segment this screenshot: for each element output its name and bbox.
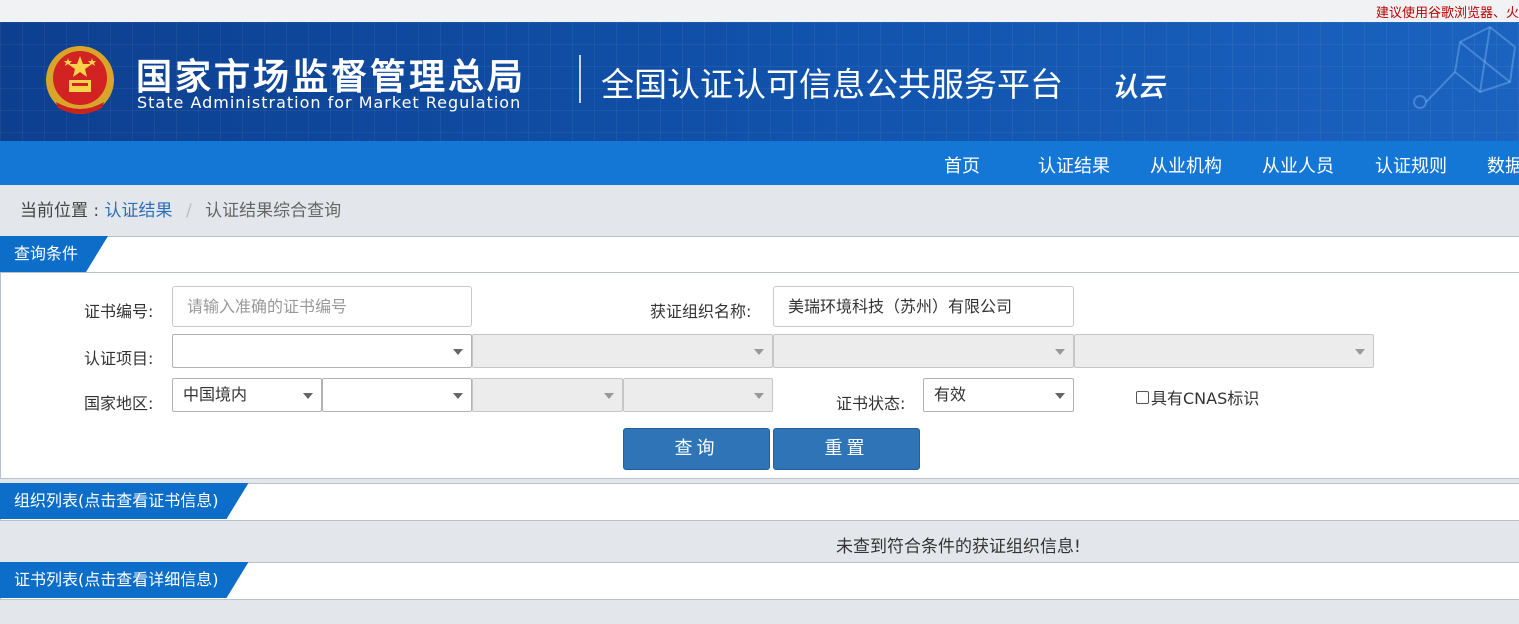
nav-practitioners[interactable]: 从业人员 (1262, 152, 1334, 178)
chevron-down-icon (303, 393, 313, 399)
main-nav: 首页 认证结果 从业机构 从业人员 认证规则 数据 (0, 141, 1519, 185)
nav-data[interactable]: 数据 (1487, 152, 1519, 178)
nav-home[interactable]: 首页 (944, 152, 980, 178)
query-panel-header: 查询条件 (1, 237, 1519, 273)
cnas-checkbox-label: 具有CNAS标识 (1151, 389, 1260, 408)
nav-cert-rules[interactable]: 认证规则 (1375, 152, 1447, 178)
chevron-down-icon (1355, 349, 1365, 355)
breadcrumb: 当前位置 : 认证结果 / 认证结果综合查询 (20, 196, 341, 221)
header-divider (579, 55, 581, 103)
browser-notice: 建议使用谷歌浏览器、火 (1375, 6, 1519, 21)
status-select-value: 有效 (934, 385, 967, 404)
project-select-1[interactable] (172, 334, 472, 368)
agency-english-name: State Administration for Market Regulati… (137, 93, 522, 112)
org-name-input[interactable]: 美瑞环境科技（苏州）有限公司 (773, 286, 1074, 327)
project-select-3 (773, 334, 1074, 368)
cert-no-label: 证书编号: (84, 302, 154, 321)
network-decoration-icon (1413, 25, 1517, 109)
chevron-down-icon (604, 393, 614, 399)
project-select-4 (1074, 334, 1374, 368)
region-select-city (472, 378, 623, 412)
cert-no-input[interactable]: 请输入准确的证书编号 (172, 286, 472, 327)
status-select[interactable]: 有效 (923, 378, 1074, 412)
org-list-title: 组织列表(点击查看证书信息) (0, 483, 249, 519)
reset-button[interactable]: 重置 (773, 428, 920, 470)
org-name-value: 美瑞环境科技（苏州）有限公司 (788, 297, 1013, 316)
region-label: 国家地区: (84, 394, 154, 413)
nav-cert-results[interactable]: 认证结果 (1038, 152, 1110, 178)
chevron-down-icon (1055, 393, 1065, 399)
project-label: 认证项目: (84, 349, 154, 368)
cnas-checkbox-group[interactable]: 具有CNAS标识 (1136, 385, 1259, 409)
org-list-empty-message: 未查到符合条件的获证组织信息! (836, 537, 1081, 557)
breadcrumb-current: 认证结果综合查询 (205, 201, 342, 221)
top-notice-bar: 建议使用谷歌浏览器、火 (0, 0, 1519, 22)
query-panel: 查询条件 证书编号: 请输入准确的证书编号 获证组织名称: 美瑞环境科技（苏州）… (0, 236, 1519, 479)
chevron-down-icon (453, 393, 463, 399)
cert-list-title: 证书列表(点击查看详细信息) (0, 562, 249, 598)
region-select-province[interactable] (322, 378, 472, 412)
national-emblem-icon (46, 46, 114, 114)
platform-title: 全国认证认可信息公共服务平台 (601, 65, 1063, 104)
breadcrumb-prefix: 当前位置 : (20, 201, 100, 221)
cnas-checkbox[interactable] (1136, 390, 1149, 404)
cloud-logo: 认云 (1112, 73, 1165, 103)
chevron-down-icon (754, 393, 764, 399)
breadcrumb-link-cert-results[interactable]: 认证结果 (105, 201, 173, 221)
org-name-label: 获证组织名称: (650, 302, 752, 321)
site-header: 国家市场监督管理总局 State Administration for Mark… (0, 22, 1519, 141)
org-list-header: 组织列表(点击查看证书信息) (1, 484, 1519, 520)
cert-list-header: 证书列表(点击查看详细信息) (1, 563, 1519, 599)
nav-institutions[interactable]: 从业机构 (1150, 152, 1222, 178)
cert-no-placeholder: 请输入准确的证书编号 (187, 297, 348, 316)
org-list-panel: 组织列表(点击查看证书信息) (0, 483, 1519, 521)
breadcrumb-separator: / (185, 201, 192, 221)
cert-list-panel: 证书列表(点击查看详细信息) (0, 562, 1519, 600)
chevron-down-icon (453, 349, 463, 355)
project-select-2 (472, 334, 773, 368)
status-label: 证书状态: (836, 394, 906, 413)
search-button[interactable]: 查询 (623, 428, 770, 470)
region-select-value: 中国境内 (183, 385, 248, 404)
region-select-country[interactable]: 中国境内 (172, 378, 322, 412)
query-panel-title: 查询条件 (0, 236, 108, 272)
chevron-down-icon (1055, 349, 1065, 355)
chevron-down-icon (754, 349, 764, 355)
region-select-district (623, 378, 773, 412)
